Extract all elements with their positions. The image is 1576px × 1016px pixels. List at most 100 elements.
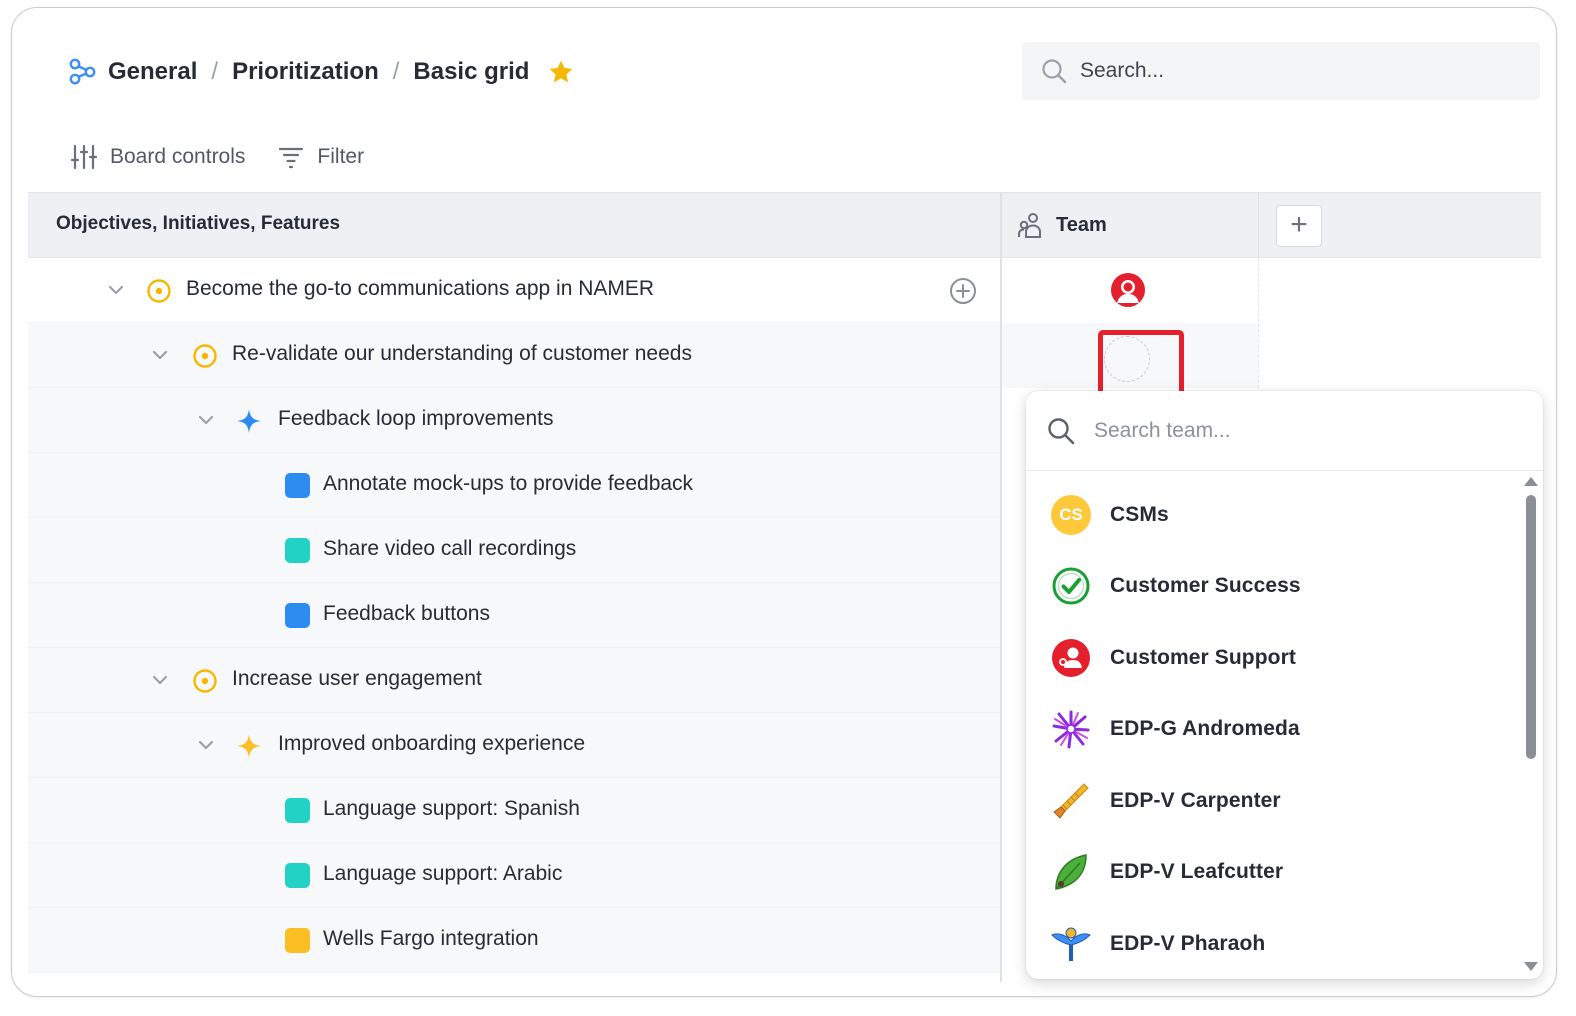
team-option-label: EDP-V Pharaoh — [1110, 931, 1266, 955]
team-option-edp-v-pharaoh[interactable]: EDP-V Pharaoh — [1026, 908, 1521, 979]
search-icon — [1042, 59, 1067, 84]
team-search-placeholder: Search team... — [1094, 418, 1231, 442]
app-window: General / Prioritization / Basic grid Se… — [11, 7, 1557, 997]
team-column-header[interactable]: Team — [1016, 211, 1107, 239]
cs-initials: CS — [1051, 494, 1091, 535]
row-label[interactable]: Feedback loop improvements — [278, 407, 553, 431]
grid-row[interactable]: Annotate mock-ups to provide feedback — [28, 453, 1000, 518]
row-label[interactable]: Language support: Arabic — [323, 862, 562, 886]
team-option-csms[interactable]: CS CSMs — [1026, 479, 1521, 551]
sliders-icon — [70, 144, 98, 170]
breadcrumb: General / Prioritization / Basic grid — [68, 54, 575, 90]
scroll-up-arrow-icon[interactable] — [1524, 477, 1538, 486]
grid-row[interactable]: Become the go-to communications app in N… — [28, 258, 1000, 323]
row-label[interactable]: Feedback buttons — [323, 602, 490, 626]
customer-support-avatar-icon[interactable] — [1110, 272, 1146, 308]
workspace-logo-icon — [69, 58, 96, 85]
add-column-button[interactable]: + — [1276, 205, 1322, 247]
scrollbar-thumb[interactable] — [1526, 495, 1536, 759]
search-placeholder: Search... — [1080, 59, 1165, 82]
feature-color-swatch — [285, 928, 310, 953]
breadcrumb-basic-grid: Basic grid — [413, 58, 530, 85]
row-label[interactable]: Become the go-to communications app in N… — [186, 277, 654, 301]
leaf-icon — [1050, 851, 1092, 893]
team-picker-dropdown: Search team... CS CSMs Customer Success — [1026, 391, 1543, 979]
row-label[interactable]: Increase user engagement — [232, 667, 482, 691]
team-option-customer-support[interactable]: Customer Support — [1026, 622, 1521, 694]
team-search-input[interactable]: Search team... — [1026, 391, 1543, 471]
grid-row[interactable]: Language support: Spanish — [28, 778, 1000, 843]
objective-icon — [193, 344, 217, 368]
breadcrumb-separator: / — [211, 58, 219, 85]
objective-icon — [193, 669, 217, 693]
objective-icon — [147, 279, 171, 303]
chevron-down-icon[interactable] — [106, 280, 126, 300]
add-child-icon[interactable] — [948, 276, 978, 306]
chevron-down-icon[interactable] — [150, 345, 170, 365]
search-icon — [1048, 417, 1075, 444]
feature-color-swatch — [285, 538, 310, 563]
grid-row[interactable]: Feedback buttons — [28, 583, 1000, 648]
initiative-sparkle-icon — [237, 409, 261, 433]
row-label[interactable]: Annotate mock-ups to provide feedback — [323, 472, 693, 496]
grid-row[interactable]: Wells Fargo integration — [28, 908, 1000, 973]
cell-divider — [1258, 258, 1259, 388]
row-label[interactable]: Re-validate our understanding of custome… — [232, 342, 692, 366]
feature-color-swatch — [285, 603, 310, 628]
grid-row[interactable]: Share video call recordings — [28, 518, 1000, 583]
team-option-label: EDP-G Andromeda — [1110, 717, 1300, 741]
breadcrumb-prioritization[interactable]: Prioritization — [232, 58, 379, 86]
grid-row[interactable]: Language support: Arabic — [28, 843, 1000, 908]
team-list: CS CSMs Customer Success Customer Suppor… — [1026, 479, 1521, 979]
team-option-edp-v-leafcutter[interactable]: EDP-V Leafcutter — [1026, 837, 1521, 909]
chevron-down-icon[interactable] — [150, 670, 170, 690]
grid-header: Objectives, Initiatives, Features Team + — [28, 192, 1541, 259]
breadcrumb-general[interactable]: General — [108, 58, 197, 86]
row-label[interactable]: Share video call recordings — [323, 537, 576, 561]
team-option-label: Customer Support — [1110, 645, 1296, 669]
column-divider — [1258, 193, 1259, 259]
cs-initials-badge: CS — [1050, 494, 1092, 536]
selection-highlight — [1098, 330, 1184, 396]
row-label[interactable]: Wells Fargo integration — [323, 927, 539, 951]
team-option-label: Customer Success — [1110, 574, 1301, 598]
initiative-sparkle-icon — [237, 734, 261, 758]
star-icon[interactable] — [547, 58, 575, 86]
row-label[interactable]: Improved onboarding experience — [278, 732, 585, 756]
team-column-label: Team — [1056, 213, 1107, 236]
winged-emblem-icon — [1050, 923, 1092, 965]
chevron-down-icon[interactable] — [196, 735, 216, 755]
green-check-icon — [1050, 565, 1092, 607]
team-option-edp-v-carpenter[interactable]: EDP-V Carpenter — [1026, 765, 1521, 837]
dropdown-scrollbar[interactable] — [1523, 477, 1539, 971]
scroll-down-arrow-icon[interactable] — [1524, 962, 1538, 971]
chevron-down-icon[interactable] — [196, 410, 216, 430]
grid-rows: Become the go-to communications app in N… — [28, 258, 1000, 973]
team-icon — [1018, 213, 1041, 238]
row-label[interactable]: Language support: Spanish — [323, 797, 580, 821]
team-option-edp-g-andromeda[interactable]: EDP-G Andromeda — [1026, 694, 1521, 766]
filter-label: Filter — [317, 145, 365, 168]
board-controls-button[interactable]: Board controls — [70, 143, 245, 171]
grid-row[interactable]: Re-validate our understanding of custome… — [28, 323, 1000, 388]
team-option-label: EDP-V Leafcutter — [1110, 860, 1284, 884]
team-option-label: CSMs — [1110, 502, 1169, 526]
feature-color-swatch — [285, 473, 310, 498]
feature-color-swatch — [285, 798, 310, 823]
purple-galaxy-icon — [1050, 708, 1092, 750]
saw-icon — [1050, 780, 1092, 822]
grid-row[interactable]: Improved onboarding experience — [28, 713, 1000, 778]
toolbar: Board controls Filter — [70, 140, 396, 174]
board-controls-label: Board controls — [110, 145, 246, 168]
red-support-icon — [1050, 637, 1092, 679]
breadcrumb-separator: / — [392, 58, 400, 85]
team-option-label: EDP-V Carpenter — [1110, 788, 1281, 812]
filter-button[interactable]: Filter — [277, 143, 364, 171]
team-option-customer-success[interactable]: Customer Success — [1026, 551, 1521, 623]
grid-row[interactable]: Increase user engagement — [28, 648, 1000, 713]
global-search-input[interactable]: Search... — [1022, 42, 1540, 100]
feature-color-swatch — [285, 863, 310, 888]
grid-row[interactable]: Feedback loop improvements — [28, 388, 1000, 453]
main-column-header[interactable]: Objectives, Initiatives, Features — [56, 213, 340, 235]
filter-icon — [279, 147, 304, 169]
